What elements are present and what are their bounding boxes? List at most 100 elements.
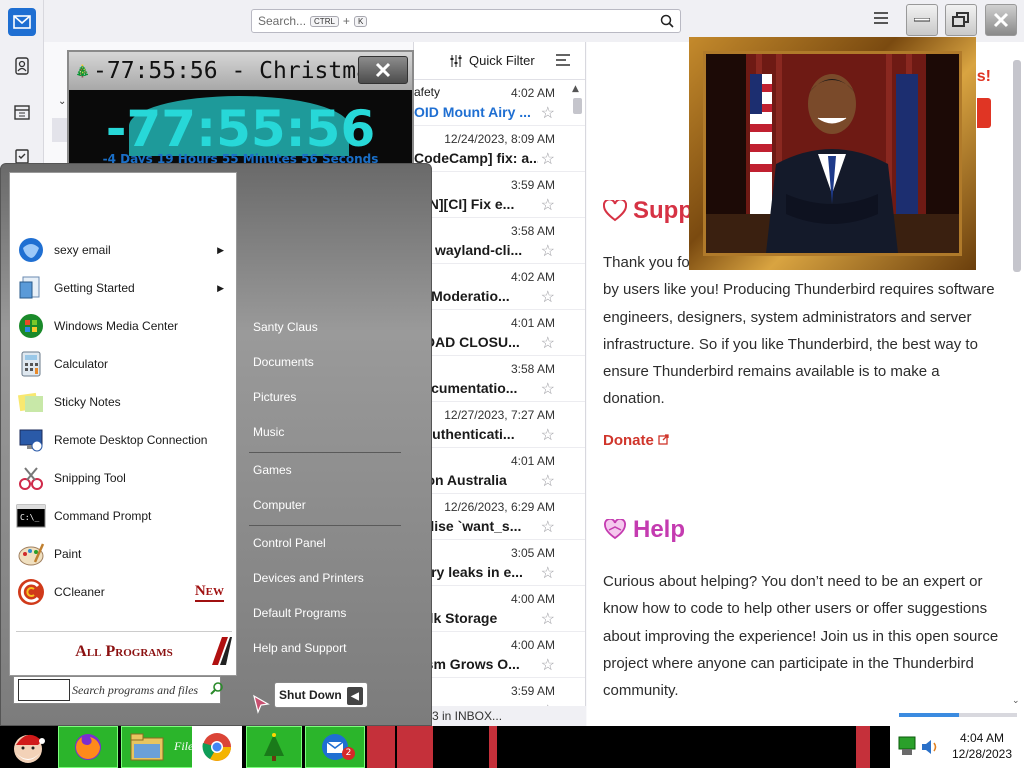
control-panel-link[interactable]: Control Panel	[253, 536, 326, 550]
star-icon[interactable]: ☆	[541, 379, 555, 399]
message-row[interactable]: 3:58 AM ng wayland-cli... ☆	[414, 218, 585, 264]
star-icon[interactable]: ☆	[541, 287, 555, 307]
help-support-link[interactable]: Help and Support	[253, 641, 346, 655]
submenu-arrow-icon[interactable]: ▶	[217, 245, 224, 256]
global-search-input[interactable]: Search... CTRL + K	[251, 9, 681, 33]
user-folder-link[interactable]: Santy Claus	[253, 320, 318, 334]
countdown-time: -77:55:56	[105, 100, 376, 158]
address-book-button[interactable]	[8, 52, 36, 80]
shutdown-options-arrow-icon[interactable]: ◀	[347, 687, 363, 705]
chevron-down-icon[interactable]: ⌄	[58, 96, 66, 107]
explorer-taskbar-button[interactable]: Files	[121, 726, 198, 768]
donate-link[interactable]: Donate	[603, 432, 669, 449]
default-programs-link[interactable]: Default Programs	[253, 606, 346, 620]
message-row[interactable]: 3:59 AMety☆	[414, 678, 585, 706]
start-menu-item-label: Remote Desktop Connection	[54, 433, 208, 447]
message-row[interactable]: 4:02 AM n] Moderatio... ☆	[414, 264, 585, 310]
search-icon[interactable]	[660, 14, 674, 28]
start-menu-item-sexy-email[interactable]: sexy email ▶	[16, 233, 232, 267]
clock[interactable]: 4:04 AM 12/28/2023	[944, 730, 1020, 762]
message-date: 12/26/2023, 6:29 AM	[444, 500, 555, 514]
countdown-close-button[interactable]	[358, 56, 408, 84]
start-page-scrollbar[interactable]: ⌄	[1010, 42, 1024, 706]
taskbar-button[interactable]	[367, 726, 395, 768]
message-row[interactable]: 3:59 AM [RN][CI] Fix e... ☆	[414, 172, 585, 218]
start-menu-item-remote-desktop-connection[interactable]: Remote Desktop Connection	[16, 423, 232, 457]
star-icon[interactable]: ☆	[541, 471, 555, 491]
scrollbar-thumb[interactable]	[573, 98, 582, 114]
start-menu-item-snipping-tool[interactable]: Snipping Tool	[16, 461, 232, 495]
red-action-button-fragment[interactable]	[977, 98, 991, 128]
start-button[interactable]	[4, 726, 52, 768]
star-icon[interactable]: ☆	[541, 333, 555, 353]
list-view-icon[interactable]	[556, 54, 570, 66]
message-row[interactable]: 3:05 AM nory leaks in e... ☆	[414, 540, 585, 586]
christmas-countdown-gadget[interactable]: 🎄 -77:55:56 - Christma... -77:55:56 -4 D…	[67, 50, 414, 170]
message-row[interactable]: 4:01 AM ROAD CLOSU... ☆	[414, 310, 585, 356]
restore-button[interactable]	[945, 4, 977, 36]
network-icon[interactable]	[896, 735, 918, 759]
scroll-down-icon[interactable]: ⌄	[1012, 695, 1020, 706]
submenu-arrow-icon[interactable]: ▶	[217, 283, 224, 294]
star-icon[interactable]: ☆	[541, 563, 555, 583]
mail-space-button[interactable]	[8, 8, 36, 36]
start-menu-item-getting-started[interactable]: Getting Started ▶	[16, 271, 232, 305]
load-progress-bar	[899, 713, 1017, 717]
taskbar-button[interactable]	[489, 726, 497, 768]
devices-printers-link[interactable]: Devices and Printers	[253, 571, 364, 585]
message-row[interactable]: 4:01 AM nion Australia ☆	[414, 448, 585, 494]
message-date: 12/24/2023, 8:09 AM	[444, 132, 555, 146]
all-programs-button[interactable]: All Programs	[16, 637, 232, 667]
taskbar-button[interactable]	[397, 726, 433, 768]
star-icon[interactable]: ☆	[541, 195, 555, 215]
help-paragraph: Curious about helping? You don’t need to…	[603, 573, 999, 700]
firefox-taskbar-button[interactable]	[58, 726, 118, 768]
message-row[interactable]: 12/26/2023, 6:29 AM tialise `want_s... ☆	[414, 494, 585, 540]
close-window-button[interactable]	[985, 4, 1017, 36]
start-search-input[interactable]: Search programs and files	[13, 676, 224, 704]
star-icon[interactable]: ☆	[541, 103, 555, 123]
star-icon[interactable]: ☆	[541, 425, 555, 445]
thunderbird-taskbar-button[interactable]: 2	[305, 726, 365, 768]
search-text-field[interactable]	[18, 679, 70, 701]
countdown-taskbar-button[interactable]	[246, 726, 302, 768]
start-menu-item-calculator[interactable]: Calculator	[16, 347, 232, 381]
star-icon[interactable]: ☆	[541, 609, 555, 629]
star-icon[interactable]: ☆	[541, 517, 555, 537]
scroll-up-icon[interactable]: ▲	[572, 84, 579, 94]
message-row[interactable]: 4:00 AM cism Grows O... ☆	[414, 632, 585, 678]
pictures-link[interactable]: Pictures	[253, 390, 296, 404]
star-icon[interactable]: ☆	[541, 149, 555, 169]
start-menu-item-windows-media-center[interactable]: Windows Media Center	[16, 309, 232, 343]
chrome-taskbar-button[interactable]	[192, 726, 242, 768]
message-subject: n] Moderatio...	[414, 288, 510, 304]
message-row[interactable]: 12/24/2023, 8:09 AM CodeCamp] fix: a... ☆	[414, 126, 585, 172]
message-row[interactable]: 3:58 AM documentatio... ☆	[414, 356, 585, 402]
message-date: 4:02 AM	[510, 270, 555, 284]
app-menu-icon[interactable]	[874, 12, 888, 24]
start-menu-item-command-prompt[interactable]: C:\_ Command Prompt	[16, 499, 232, 533]
volume-icon[interactable]	[920, 737, 942, 757]
start-menu-item-sticky-notes[interactable]: Sticky Notes	[16, 385, 232, 419]
star-icon[interactable]: ☆	[541, 241, 555, 261]
portrait-frame[interactable]	[689, 37, 976, 270]
message-row[interactable]: 12/27/2023, 7:27 AM] Authenticati... ☆	[414, 402, 585, 448]
computer-link[interactable]: Computer	[253, 498, 306, 512]
calendar-button[interactable]	[8, 98, 36, 126]
scrollbar-thumb[interactable]	[1013, 60, 1021, 272]
start-menu-item-paint[interactable]: Paint	[16, 537, 232, 571]
music-link[interactable]: Music	[253, 425, 284, 439]
start-menu-item-ccleaner[interactable]: CCleaner New	[16, 575, 232, 609]
games-link[interactable]: Games	[253, 463, 292, 477]
minimize-button[interactable]	[906, 4, 938, 36]
quick-filter-button[interactable]: Quick Filter	[450, 53, 535, 68]
taskbar-button[interactable]	[856, 726, 870, 768]
star-icon[interactable]: ☆	[541, 655, 555, 675]
shutdown-button[interactable]: Shut Down ◀	[274, 682, 368, 708]
message-list-scrollbar[interactable]: ▲ ▼	[571, 84, 583, 706]
support-paragraph: Thank you fod by users like you! Produci…	[603, 249, 1003, 413]
message-row[interactable]: afety 4:02 AM OID Mount Airy ... ☆	[414, 80, 585, 126]
documents-link[interactable]: Documents	[253, 355, 314, 369]
search-icon[interactable]	[210, 681, 224, 695]
message-row[interactable]: 4:00 AM Milk Storage ☆	[414, 586, 585, 632]
